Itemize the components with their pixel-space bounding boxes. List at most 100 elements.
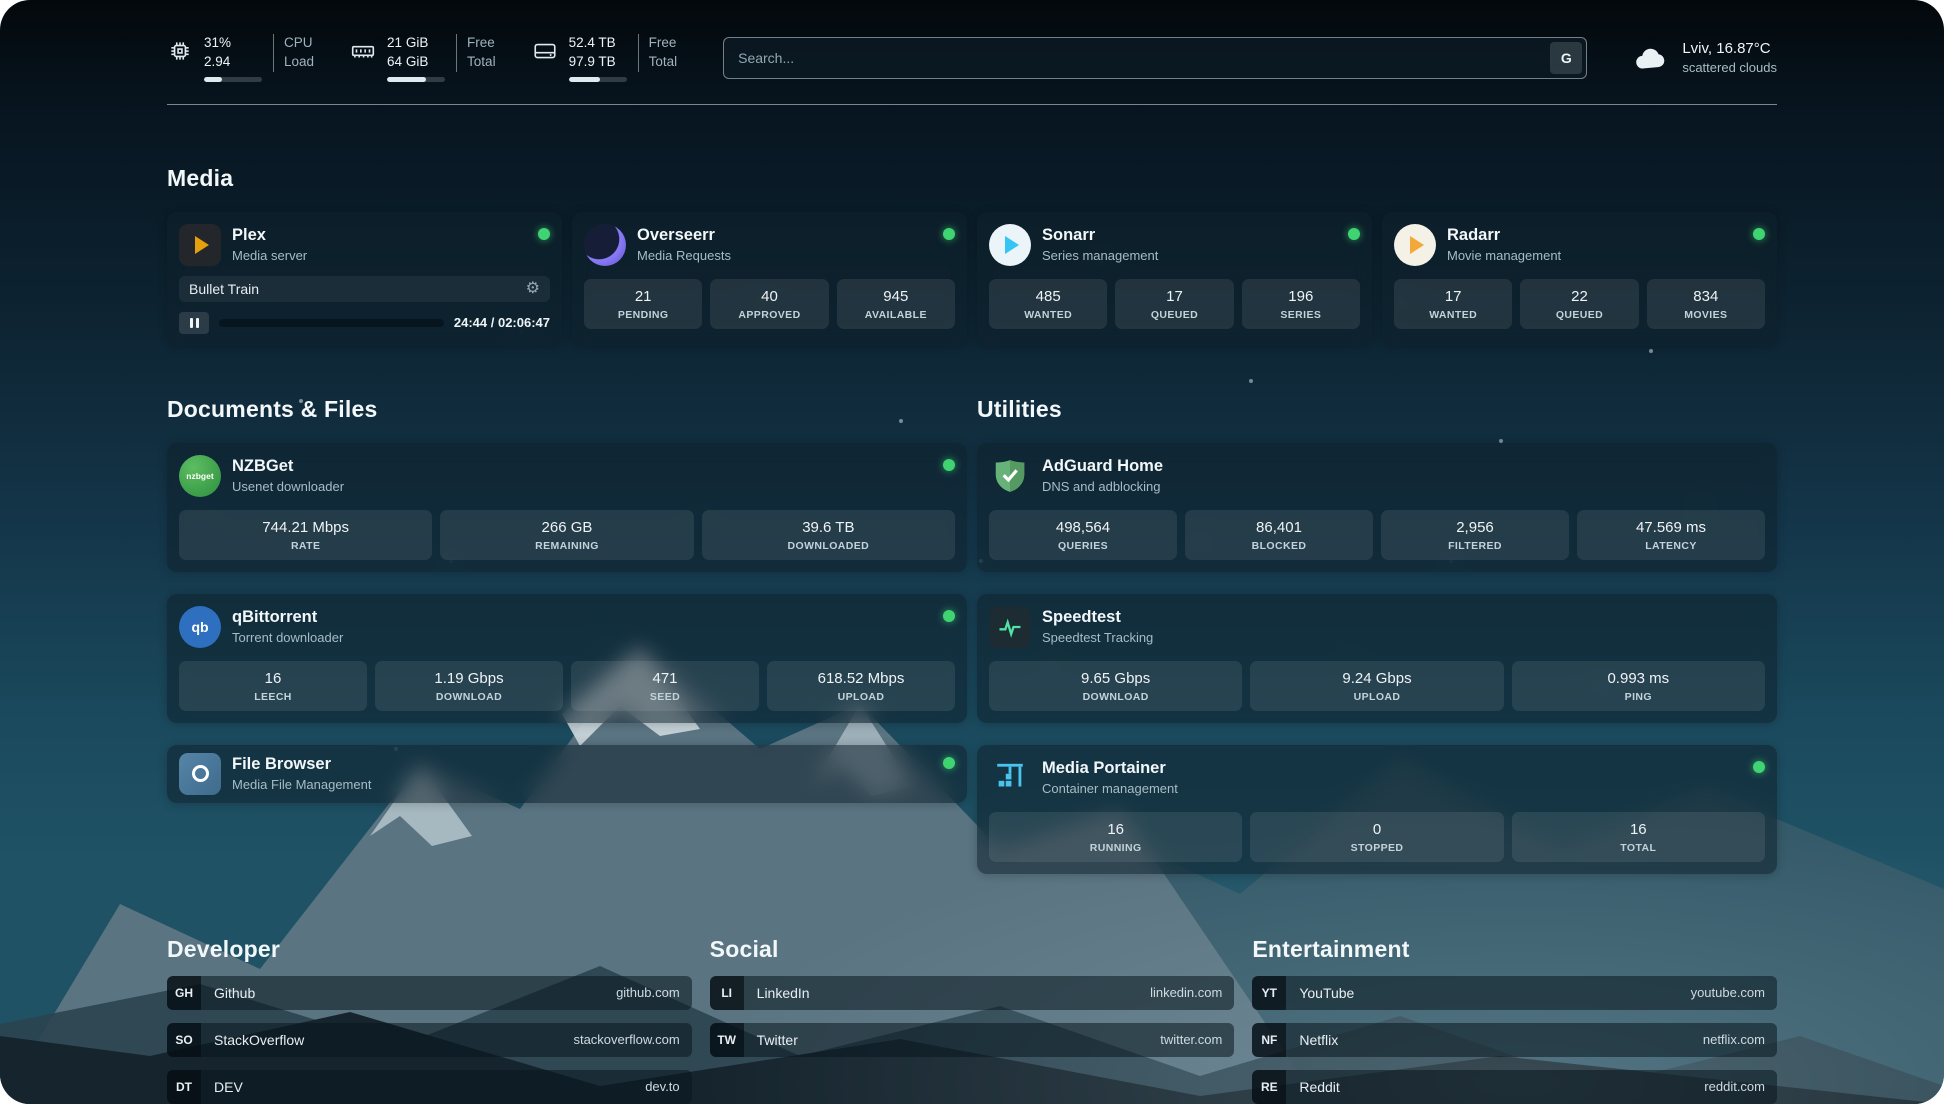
service-card-nzbget[interactable]: nzbget NZBGet Usenet downloader 744.21 M…	[167, 443, 967, 572]
memory-label-2: Total	[467, 53, 496, 72]
stat-stopped: 0STOPPED	[1250, 812, 1503, 862]
service-title: Overseerr	[637, 226, 731, 245]
service-subtitle: Torrent downloader	[232, 630, 343, 645]
stat-blocked: 86,401BLOCKED	[1185, 510, 1373, 560]
section-entertainment: Entertainment YT YouTube youtube.com NF …	[1252, 936, 1777, 1104]
plex-icon	[179, 224, 221, 266]
section-title-entertainment: Entertainment	[1252, 936, 1777, 963]
search-input[interactable]	[723, 37, 1587, 79]
stat-download: 9.65 GbpsDOWNLOAD	[989, 661, 1242, 711]
section-title-documents: Documents & Files	[167, 396, 967, 423]
service-subtitle: Container management	[1042, 781, 1178, 796]
stat-queued: 17QUEUED	[1115, 279, 1233, 329]
stat-movies: 834MOVIES	[1647, 279, 1765, 329]
service-subtitle: Speedtest Tracking	[1042, 630, 1153, 645]
adguard-shield-icon	[989, 455, 1031, 497]
stat-series: 196SERIES	[1242, 279, 1360, 329]
memory-progress-fill	[387, 77, 426, 82]
section-developer: Developer GH Github github.com SO StackO…	[167, 936, 692, 1104]
weather-location: Lviv, 16.87°C	[1682, 40, 1777, 57]
section-title-media: Media	[167, 165, 1777, 192]
service-title: AdGuard Home	[1042, 457, 1163, 476]
section-title-utilities: Utilities	[977, 396, 1777, 423]
bookmark-stackoverflow[interactable]: SO StackOverflow stackoverflow.com	[167, 1023, 692, 1057]
section-title-social: Social	[710, 936, 1235, 963]
memory-icon	[350, 38, 376, 64]
service-card-plex[interactable]: Plex Media server Bullet Train ⚙ 24:44 /…	[167, 212, 562, 346]
memory-label-1: Free	[467, 34, 496, 53]
service-card-qbittorrent[interactable]: qb qBittorrent Torrent downloader 16LEEC…	[167, 594, 967, 723]
stat-upload: 9.24 GbpsUPLOAD	[1250, 661, 1503, 711]
nzbget-icon: nzbget	[179, 455, 221, 497]
pause-button[interactable]	[179, 312, 209, 334]
status-dot	[1753, 228, 1765, 240]
bookmark-dev[interactable]: DT DEV dev.to	[167, 1070, 692, 1104]
bookmark-reddit[interactable]: RE Reddit reddit.com	[1252, 1070, 1777, 1104]
dashboard-window: 31% 2.94 CPU Load 21 GiB	[0, 0, 1944, 1104]
search-container: G	[723, 37, 1587, 79]
section-documents: Documents & Files nzbget NZBGet Usenet d…	[167, 396, 967, 874]
stat-rate: 744.21 MbpsRATE	[179, 510, 432, 560]
section-social: Social LI LinkedIn linkedin.com TW Twitt…	[710, 936, 1235, 1104]
twitter-icon: TW	[710, 1023, 744, 1057]
disk-label-1: Free	[649, 34, 678, 53]
now-playing-row: Bullet Train ⚙	[179, 276, 550, 302]
memory-progress-bar	[387, 77, 445, 82]
service-title: Radarr	[1447, 226, 1561, 245]
service-card-filebrowser[interactable]: File Browser Media File Management	[167, 745, 967, 803]
filebrowser-icon	[179, 753, 221, 795]
cpu-label-2: Load	[284, 53, 314, 72]
status-dot	[1753, 761, 1765, 773]
playback-progress-track[interactable]	[219, 319, 444, 327]
bookmark-github[interactable]: GH Github github.com	[167, 976, 692, 1010]
service-title: qBittorrent	[232, 608, 343, 627]
stat-downloaded: 39.6 TBDOWNLOADED	[702, 510, 955, 560]
service-subtitle: Media server	[232, 248, 307, 263]
media-grid: Plex Media server Bullet Train ⚙ 24:44 /…	[167, 212, 1777, 346]
service-card-radarr[interactable]: Radarr Movie management 17WANTED 22QUEUE…	[1382, 212, 1777, 346]
status-dot	[943, 228, 955, 240]
disk-values: 52.4 TB 97.9 TB	[569, 34, 627, 82]
stat-queued: 22QUEUED	[1520, 279, 1638, 329]
stat-total: 16TOTAL	[1512, 812, 1765, 862]
service-card-adguard[interactable]: AdGuard Home DNS and adblocking 498,564Q…	[977, 443, 1777, 572]
stat-pending: 21PENDING	[584, 279, 702, 329]
service-title: Plex	[232, 226, 307, 245]
stat-leech: 16LEECH	[179, 661, 367, 711]
service-card-portainer[interactable]: Media Portainer Container management 16R…	[977, 745, 1777, 874]
service-subtitle: Media File Management	[232, 777, 371, 792]
service-title: Speedtest	[1042, 608, 1153, 627]
section-title-developer: Developer	[167, 936, 692, 963]
bookmark-twitter[interactable]: TW Twitter twitter.com	[710, 1023, 1235, 1057]
bookmark-linkedin[interactable]: LI LinkedIn linkedin.com	[710, 976, 1235, 1010]
stats-row: 498,564QUERIES 86,401BLOCKED 2,956FILTER…	[989, 510, 1765, 560]
dev-icon: DT	[167, 1070, 201, 1104]
service-card-overseerr[interactable]: Overseerr Media Requests 21PENDING 40APP…	[572, 212, 967, 346]
service-card-sonarr[interactable]: Sonarr Series management 485WANTED 17QUE…	[977, 212, 1372, 346]
stat-approved: 40APPROVED	[710, 279, 828, 329]
nzbget-icon-text: nzbget	[186, 471, 213, 481]
stat-latency: 47.569 msLATENCY	[1577, 510, 1765, 560]
bookmark-youtube[interactable]: YT YouTube youtube.com	[1252, 976, 1777, 1010]
cpu-chip-icon	[167, 38, 193, 64]
qbittorrent-icon-text: qb	[191, 619, 208, 635]
stat-upload: 618.52 MbpsUPLOAD	[767, 661, 955, 711]
cpu-values: 31% 2.94	[204, 34, 262, 82]
stat-wanted: 485WANTED	[989, 279, 1107, 329]
youtube-icon: YT	[1252, 976, 1286, 1010]
service-subtitle: Movie management	[1447, 248, 1561, 263]
cpu-progress-fill	[204, 77, 222, 82]
sonarr-icon	[989, 224, 1031, 266]
section-media: Media Plex Media server Bullet Train	[167, 165, 1777, 346]
bookmark-netflix[interactable]: NF Netflix netflix.com	[1252, 1023, 1777, 1057]
stats-row: 9.65 GbpsDOWNLOAD 9.24 GbpsUPLOAD 0.993 …	[989, 661, 1765, 711]
stat-filtered: 2,956FILTERED	[1381, 510, 1569, 560]
disk-labels: Free Total	[638, 34, 678, 72]
service-card-speedtest[interactable]: Speedtest Speedtest Tracking 9.65 GbpsDO…	[977, 594, 1777, 723]
search-engine-button[interactable]: G	[1550, 42, 1582, 74]
stats-row: 744.21 MbpsRATE 266 GBREMAINING 39.6 TBD…	[179, 510, 955, 560]
status-dot	[943, 610, 955, 622]
cloud-icon	[1633, 43, 1669, 73]
weather-condition: scattered clouds	[1682, 60, 1777, 75]
gear-icon[interactable]: ⚙	[526, 281, 540, 297]
